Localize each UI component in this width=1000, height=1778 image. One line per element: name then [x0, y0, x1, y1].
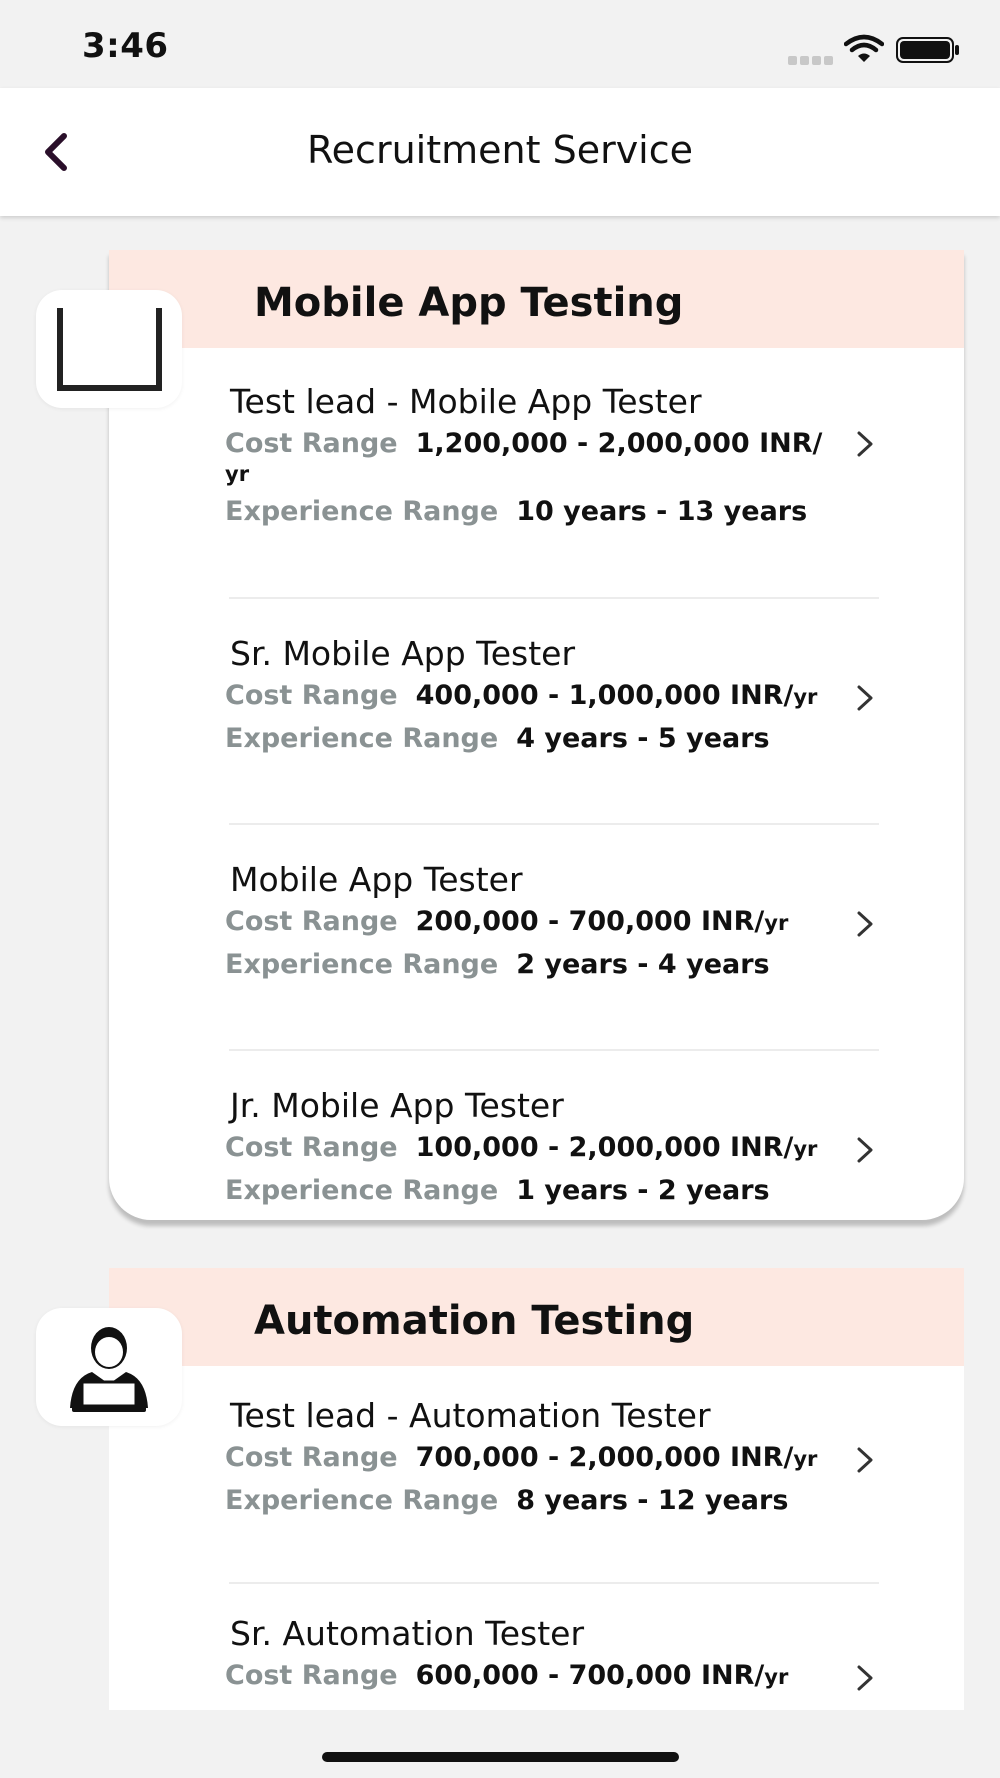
job-title: Test lead - Mobile App Tester — [230, 382, 702, 421]
section-icon-mobile-app-testing — [36, 290, 182, 408]
cost-range-line: Cost Range 600,000 - 700,000 INR/yr — [225, 1660, 788, 1691]
experience-range-line: Experience Range 8 years - 12 years — [225, 1485, 788, 1516]
experience-range-label: Experience Range — [225, 496, 499, 527]
cost-range-value: 1,200,000 - 2,000,000 INR/ — [415, 428, 823, 459]
cost-range-value: 600,000 - 700,000 INR/ — [415, 1660, 765, 1691]
experience-range-value: 10 years - 13 years — [516, 496, 808, 527]
cost-range-line: Cost Range 700,000 - 2,000,000 INR/yr — [225, 1442, 817, 1473]
section-icon-automation-testing — [36, 1308, 182, 1426]
experience-range-line: Experience Range 1 years - 2 years — [225, 1175, 770, 1206]
cost-unit-wrap: yr — [225, 462, 250, 486]
chevron-right-icon — [857, 431, 873, 457]
job-row-mobile[interactable]: Mobile App Tester Cost Range 200,000 - 70… — [109, 824, 964, 1051]
cost-range-label: Cost Range — [225, 428, 398, 459]
section-title: Automation Testing — [254, 1298, 695, 1344]
chevron-right-icon — [857, 911, 873, 937]
experience-range-value: 1 years - 2 years — [516, 1175, 770, 1206]
cost-range-line: Cost Range 100,000 - 2,000,000 INR/yr — [225, 1132, 817, 1163]
cost-unit: yr — [764, 1665, 789, 1689]
cost-unit: yr — [793, 1447, 818, 1471]
experience-range-line: Experience Range 2 years - 4 years — [225, 949, 770, 980]
experience-range-value: 4 years - 5 years — [516, 723, 770, 754]
experience-range-line: Experience Range 4 years - 5 years — [225, 723, 770, 754]
wifi-icon — [844, 34, 884, 62]
chevron-right-icon — [857, 1447, 873, 1473]
services-list[interactable]: Mobile App Testing Test lead - Mobile Ap… — [0, 216, 1000, 1710]
cost-range-line: Cost Range 200,000 - 700,000 INR/yr — [225, 906, 788, 937]
chevron-right-icon — [857, 685, 873, 711]
chevron-right-icon — [857, 1665, 873, 1691]
navigation-bar: Recruitment Service — [0, 88, 1000, 216]
section-header: Automation Testing — [109, 1268, 964, 1366]
cost-unit: yr — [793, 1137, 818, 1161]
job-title: Jr. Mobile App Tester — [230, 1086, 564, 1125]
experience-range-label: Experience Range — [225, 1175, 499, 1206]
experience-range-label: Experience Range — [225, 1485, 499, 1516]
cellular-signal-icon — [788, 50, 836, 69]
cost-range-label: Cost Range — [225, 1660, 398, 1691]
job-row-jr-mobile[interactable]: Jr. Mobile App Tester Cost Range 100,000 … — [109, 1050, 964, 1220]
job-row-sr-automation[interactable]: Sr. Automation Tester Cost Range 600,000 … — [109, 1582, 964, 1710]
cost-range-line: Cost Range 1,200,000 - 2,000,000 INR/ — [225, 428, 822, 459]
section-header: Mobile App Testing — [109, 250, 964, 348]
experience-range-label: Experience Range — [225, 723, 499, 754]
experience-range-line: Experience Range 10 years - 13 years — [225, 496, 807, 527]
cost-range-label: Cost Range — [225, 906, 398, 937]
cost-range-value: 400,000 - 1,000,000 INR/ — [415, 680, 794, 711]
placeholder-frame-icon — [57, 308, 162, 391]
section-title: Mobile App Testing — [254, 280, 684, 326]
section-automation-testing: Automation Testing Test lead - Automatio… — [109, 1268, 964, 1710]
section-mobile-app-testing: Mobile App Testing Test lead - Mobile Ap… — [109, 250, 964, 1220]
chevron-right-icon — [857, 1137, 873, 1163]
experience-range-value: 8 years - 12 years — [516, 1485, 789, 1516]
status-time: 3:46 — [82, 26, 169, 66]
cost-unit: yr — [764, 911, 789, 935]
experience-range-label: Experience Range — [225, 949, 499, 980]
cost-range-label: Cost Range — [225, 1132, 398, 1163]
status-bar: 3:46 — [0, 0, 1000, 88]
cost-range-value: 100,000 - 2,000,000 INR/ — [415, 1132, 794, 1163]
job-row-sr-mobile[interactable]: Sr. Mobile App Tester Cost Range 400,000 … — [109, 598, 964, 825]
battery-icon — [896, 37, 959, 63]
job-title: Mobile App Tester — [230, 860, 523, 899]
job-title: Sr. Mobile App Tester — [230, 634, 576, 673]
cost-range-line: Cost Range 400,000 - 1,000,000 INR/yr — [225, 680, 817, 711]
person-laptop-icon — [70, 1327, 148, 1412]
page-title: Recruitment Service — [306, 128, 694, 172]
cost-range-value: 200,000 - 700,000 INR/ — [415, 906, 765, 937]
job-title: Sr. Automation Tester — [230, 1614, 585, 1653]
experience-range-value: 2 years - 4 years — [516, 949, 770, 980]
cost-unit: yr — [793, 685, 818, 709]
job-title: Test lead - Automation Tester — [230, 1396, 711, 1435]
job-row-test-lead-automation[interactable]: Test lead - Automation Tester Cost Range… — [109, 1366, 964, 1584]
cost-range-label: Cost Range — [225, 680, 398, 711]
job-row-test-lead-mobile[interactable]: Test lead - Mobile App Tester Cost Range… — [109, 348, 964, 599]
cost-range-value: 700,000 - 2,000,000 INR/ — [415, 1442, 794, 1473]
cost-range-label: Cost Range — [225, 1442, 398, 1473]
home-indicator[interactable] — [322, 1752, 679, 1762]
